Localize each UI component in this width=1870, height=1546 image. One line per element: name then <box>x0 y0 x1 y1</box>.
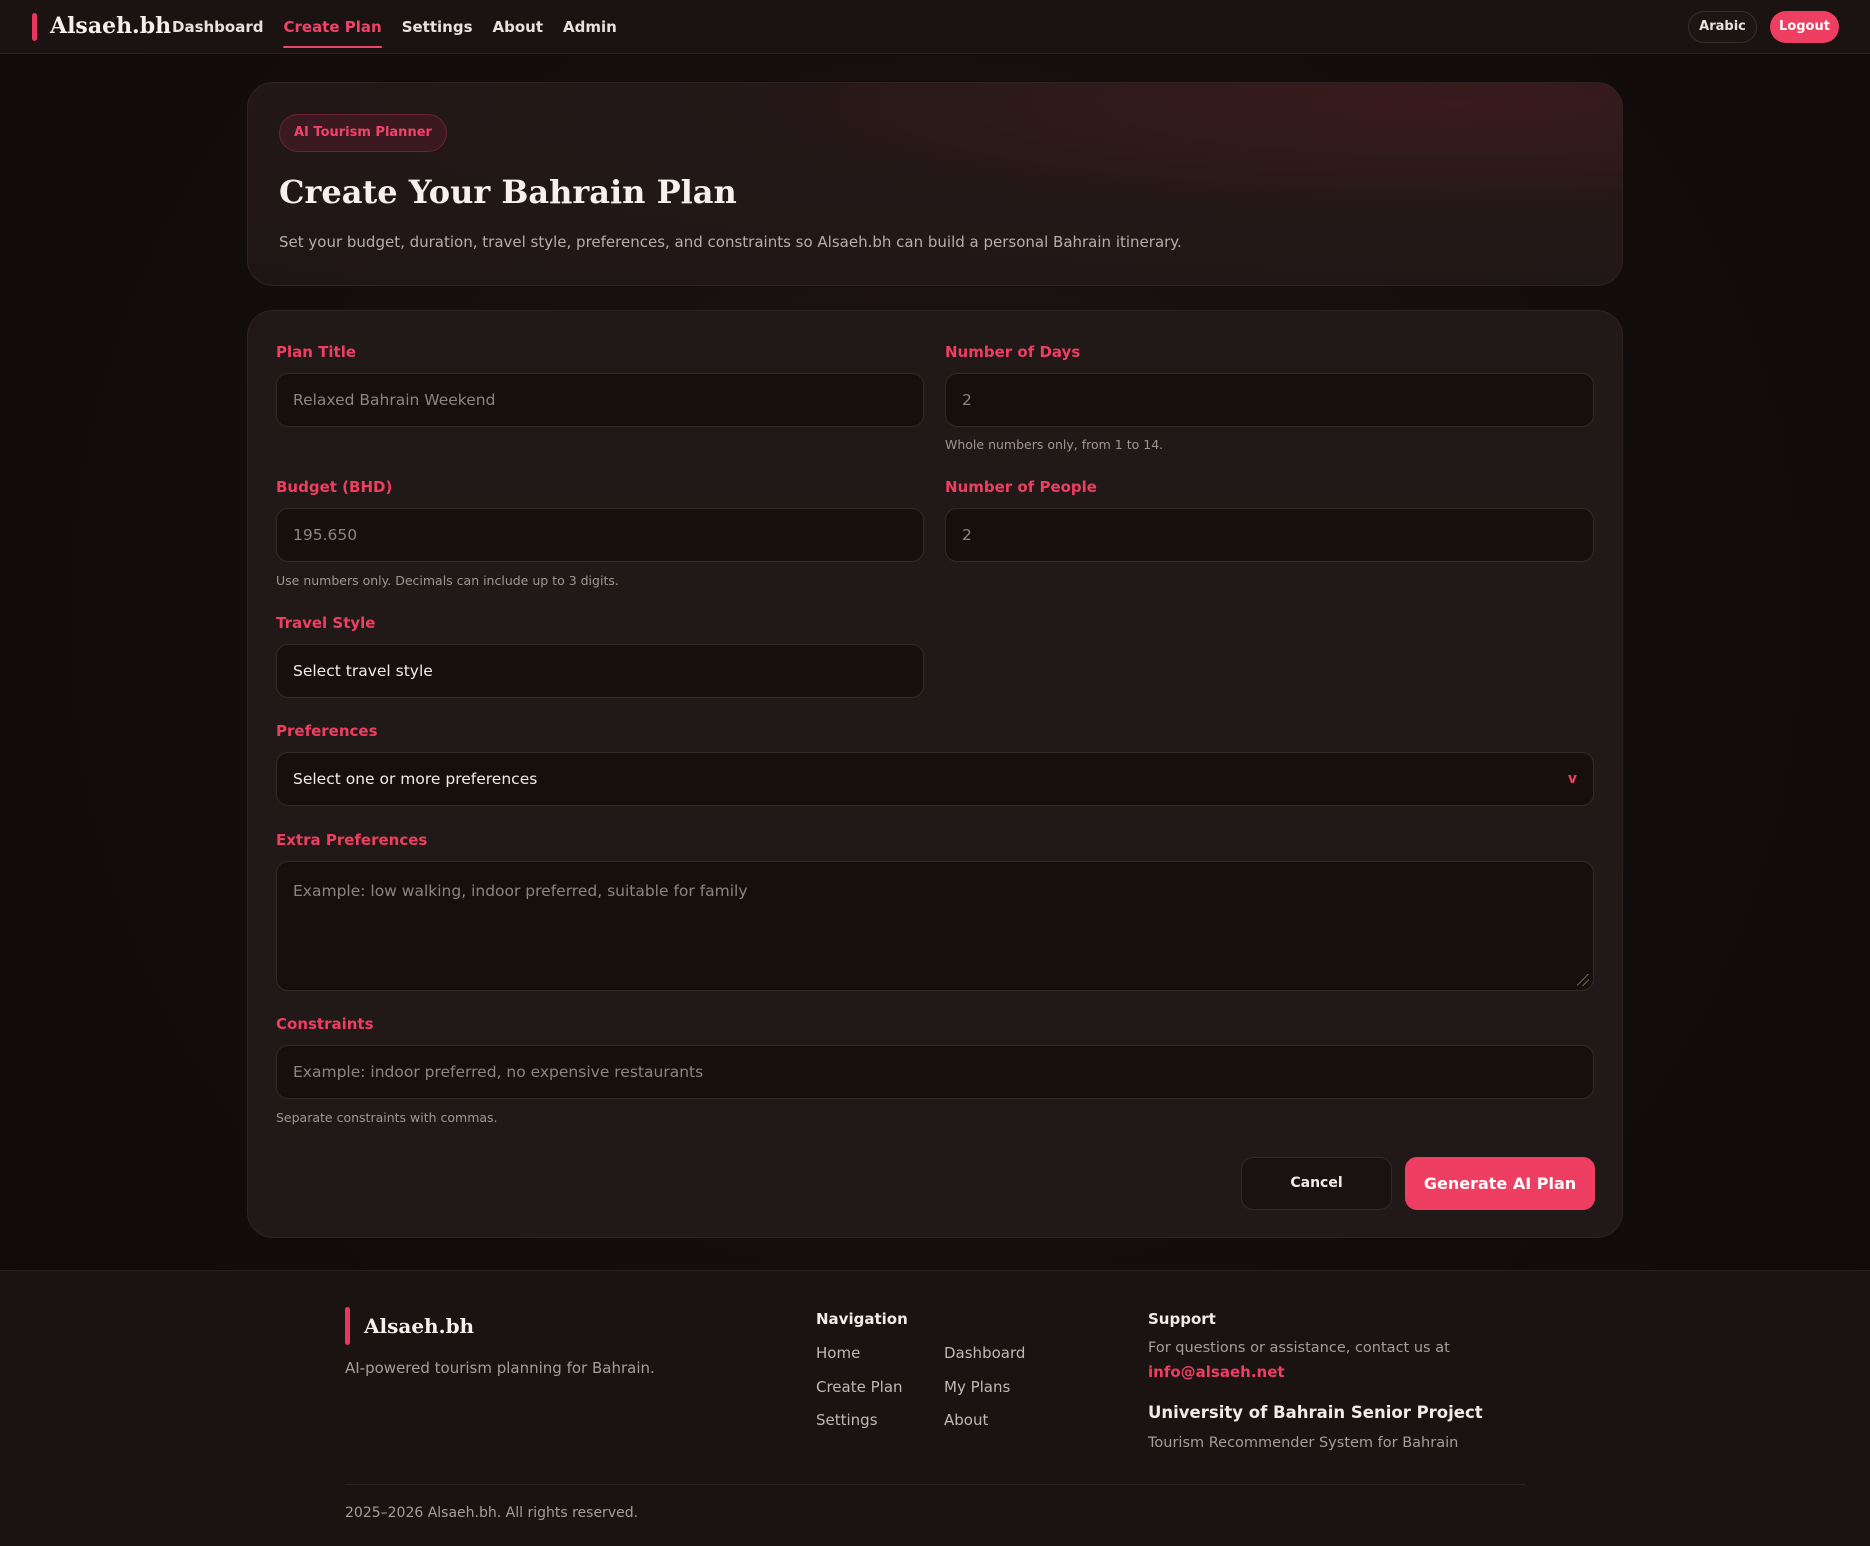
main-nav: Dashboard Create Plan Settings About Adm… <box>172 0 617 54</box>
travel-style-select[interactable]: Select travel style <box>276 644 924 698</box>
footer-copyright: 2025–2026 Alsaeh.bh. All rights reserved… <box>345 1505 639 1521</box>
footer-support-email[interactable]: info@alsaeh.net <box>1148 1363 1285 1381</box>
footer-divider <box>345 1484 1525 1485</box>
resize-grip-icon[interactable] <box>1577 974 1589 986</box>
generate-plan-button[interactable]: Generate AI Plan <box>1405 1157 1595 1210</box>
nav-admin[interactable]: Admin <box>563 0 617 54</box>
page-description: Set your budget, duration, travel style,… <box>279 233 1182 251</box>
preferences-multiselect[interactable]: Select one or more preferences v <box>276 752 1594 806</box>
footer-link-about[interactable]: About <box>944 1411 988 1429</box>
days-input[interactable]: 2 <box>945 373 1594 427</box>
footer-brand-accent-bar <box>345 1307 350 1345</box>
hero-badge: AI Tourism Planner <box>279 114 447 152</box>
page-title: Create Your Bahrain Plan <box>279 173 737 211</box>
language-toggle-button[interactable]: Arabic <box>1688 11 1757 43</box>
constraints-label: Constraints <box>276 1015 374 1033</box>
chevron-down-icon: v <box>1567 771 1577 787</box>
extra-preferences-label: Extra Preferences <box>276 831 428 849</box>
travel-style-label: Travel Style <box>276 614 376 632</box>
nav-dashboard[interactable]: Dashboard <box>172 0 263 54</box>
footer-support-heading: Support <box>1148 1310 1216 1328</box>
footer-navigation-heading: Navigation <box>816 1310 908 1328</box>
days-hint: Whole numbers only, from 1 to 14. <box>945 437 1164 452</box>
footer-project: Tourism Recommender System for Bahrain <box>1148 1435 1459 1451</box>
footer-link-settings[interactable]: Settings <box>816 1411 878 1429</box>
budget-input[interactable]: 195.650 <box>276 508 924 562</box>
budget-hint: Use numbers only. Decimals can include u… <box>276 573 619 588</box>
footer-link-dashboard[interactable]: Dashboard <box>944 1344 1025 1362</box>
preferences-label: Preferences <box>276 722 378 740</box>
people-label: Number of People <box>945 478 1097 496</box>
brand-logo[interactable]: Alsaeh.bh <box>50 13 171 39</box>
nav-about[interactable]: About <box>493 0 544 54</box>
plan-form-card: Plan Title Relaxed Bahrain Weekend Numbe… <box>247 310 1623 1238</box>
footer-support-text: For questions or assistance, contact us … <box>1148 1340 1450 1356</box>
preferences-value: Select one or more preferences <box>293 770 538 788</box>
constraints-input[interactable]: Example: indoor preferred, no expensive … <box>276 1045 1594 1099</box>
plan-title-input[interactable]: Relaxed Bahrain Weekend <box>276 373 924 427</box>
nav-settings[interactable]: Settings <box>402 0 473 54</box>
top-navbar: Alsaeh.bh Dashboard Create Plan Settings… <box>0 0 1870 54</box>
site-footer: Alsaeh.bh AI-powered tourism planning fo… <box>0 1270 1870 1546</box>
footer-tagline: AI-powered tourism planning for Bahrain. <box>345 1359 655 1377</box>
nav-create-plan[interactable]: Create Plan <box>283 0 382 54</box>
footer-university: University of Bahrain Senior Project <box>1148 1403 1483 1422</box>
plan-title-label: Plan Title <box>276 343 357 361</box>
constraints-hint: Separate constraints with commas. <box>276 1110 498 1125</box>
footer-brand: Alsaeh.bh <box>364 1314 475 1338</box>
days-label: Number of Days <box>945 343 1081 361</box>
footer-link-my-plans[interactable]: My Plans <box>944 1378 1010 1396</box>
cancel-button[interactable]: Cancel <box>1241 1157 1392 1210</box>
budget-label: Budget (BHD) <box>276 478 393 496</box>
hero-card: AI Tourism Planner Create Your Bahrain P… <box>247 82 1623 286</box>
logout-button[interactable]: Logout <box>1770 11 1839 43</box>
footer-link-create-plan[interactable]: Create Plan <box>816 1378 903 1396</box>
extra-preferences-placeholder: Example: low walking, indoor preferred, … <box>293 882 748 900</box>
people-input[interactable]: 2 <box>945 508 1594 562</box>
footer-link-home[interactable]: Home <box>816 1344 860 1362</box>
extra-preferences-textarea[interactable]: Example: low walking, indoor preferred, … <box>276 861 1594 991</box>
brand-accent-bar <box>32 13 37 41</box>
